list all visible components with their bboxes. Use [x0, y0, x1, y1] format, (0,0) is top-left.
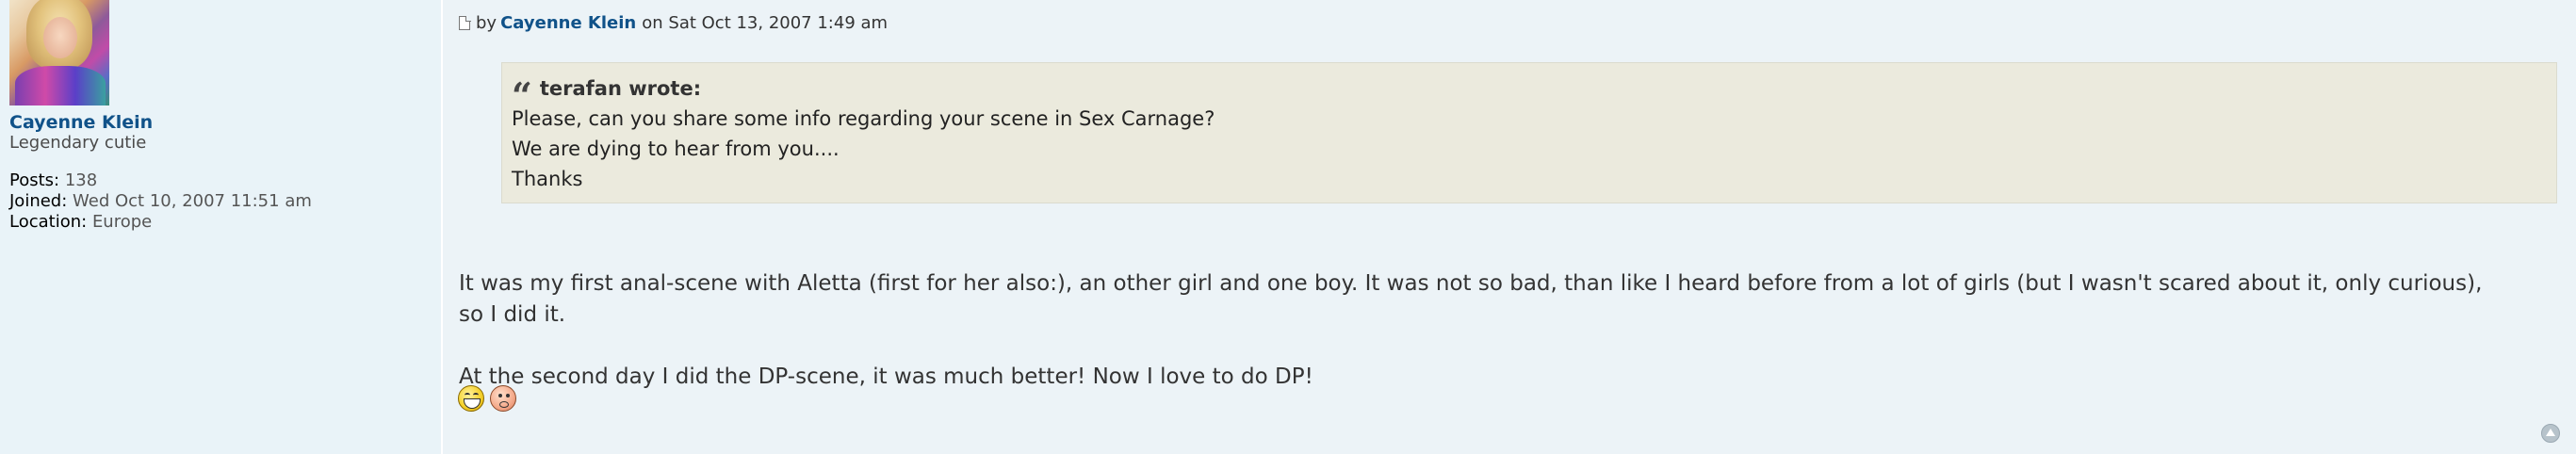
post-author-line: by Cayenne Klein on Sat Oct 13, 2007 1:4…: [459, 13, 888, 33]
location-label: Location:: [9, 212, 88, 232]
profile-joined: Joined: Wed Oct 10, 2007 11:51 am: [9, 191, 312, 211]
forum-post: Cayenne Klein Legendary cutie Posts: 138…: [0, 0, 2576, 454]
post-date: on Sat Oct 13, 2007 1:49 am: [642, 13, 889, 33]
back-to-top-button[interactable]: [2541, 424, 2560, 443]
quote-line: Thanks: [512, 168, 583, 190]
by-prefix: by: [476, 13, 497, 33]
blushing-smiley-icon: [490, 385, 516, 412]
quote-mark-icon: “: [512, 74, 532, 117]
quote-line: We are dying to hear from you....: [512, 138, 840, 160]
profile-location: Location: Europe: [9, 212, 152, 232]
quote-block: “ terafan wrote: Please, can you share s…: [501, 62, 2557, 203]
joined-value: Wed Oct 10, 2007 11:51 am: [73, 191, 312, 211]
post-paragraph: At the second day I did the DP-scene, it…: [459, 365, 1313, 389]
profile-rank: Legendary cutie: [9, 133, 147, 153]
post-paragraph: It was my first anal-scene with Aletta (…: [459, 271, 2483, 327]
joined-label: Joined:: [9, 191, 68, 211]
post-icon[interactable]: [459, 15, 471, 30]
laughing-smiley-icon: [458, 385, 484, 412]
avatar[interactable]: [9, 0, 109, 105]
posts-label: Posts:: [9, 170, 60, 190]
location-value: Europe: [91, 212, 153, 232]
post-profile: Cayenne Klein Legendary cutie Posts: 138…: [0, 0, 443, 454]
quote-line: Please, can you share some info regardin…: [512, 107, 1215, 130]
quote-cite: “ terafan wrote:: [512, 73, 2547, 117]
profile-username[interactable]: Cayenne Klein: [9, 112, 153, 133]
post-author-link[interactable]: Cayenne Klein: [500, 13, 636, 33]
posts-value[interactable]: 138: [65, 170, 97, 190]
quote-cite-text: terafan wrote:: [539, 77, 702, 100]
profile-posts: Posts: 138: [9, 170, 97, 190]
